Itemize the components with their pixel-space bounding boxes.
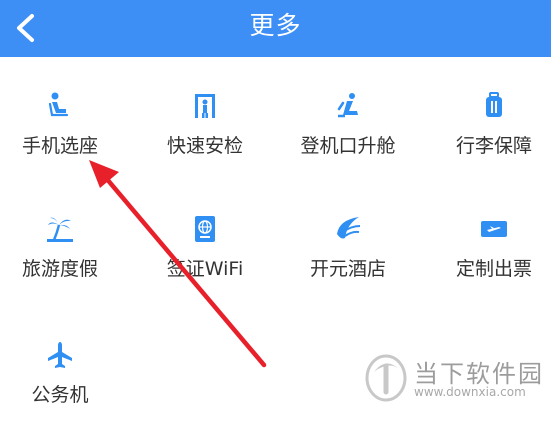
ticket-icon xyxy=(481,221,507,237)
grid-item-label: 公务机 xyxy=(31,384,89,406)
grid-item-travel-vacation[interactable]: 旅游度假 xyxy=(0,214,129,281)
grid-item-business-jet[interactable]: 公务机 xyxy=(0,340,129,407)
grid-item-gate-upgrade[interactable]: 登机口升舱 xyxy=(279,91,417,158)
watermark-logo-icon xyxy=(365,354,407,402)
header-bar: 更多 xyxy=(0,0,551,57)
grid-item-label: 签证WiFi xyxy=(166,258,244,280)
watermark: 当下软件园 www.downxia.com xyxy=(364,350,544,406)
grid-item-label: 定制出票 xyxy=(455,258,532,280)
grid-item-custom-ticketing[interactable]: 定制出票 xyxy=(425,214,551,281)
grid-item-label: 登机口升舱 xyxy=(300,135,396,157)
hotel-logo-icon xyxy=(337,217,361,239)
grid-item-seat-selection[interactable]: 手机选座 xyxy=(0,91,129,158)
grid-item-label: 手机选座 xyxy=(21,135,98,157)
grid-item-kaiyuan-hotel[interactable]: 开元酒店 xyxy=(279,214,417,281)
grid-item-label: 行李保障 xyxy=(455,135,532,157)
security-gate-icon xyxy=(195,94,215,118)
grid-item-luggage[interactable]: 行李保障 xyxy=(425,91,551,158)
grid-item-label: 快速安检 xyxy=(166,135,243,157)
luggage-icon xyxy=(486,92,502,117)
page-title: 更多 xyxy=(249,11,302,40)
grid-item-visa-wifi[interactable]: 签证WiFi xyxy=(136,214,274,281)
upgrade-seat-icon xyxy=(337,93,358,118)
grid-item-label: 旅游度假 xyxy=(21,258,98,280)
seat-icon xyxy=(48,92,69,117)
grid-item-fast-security[interactable]: 快速安检 xyxy=(136,91,274,158)
palm-tree-icon xyxy=(47,217,73,242)
watermark-url: www.downxia.com xyxy=(414,385,526,399)
passport-icon xyxy=(195,216,215,242)
airplane-icon xyxy=(48,342,72,368)
watermark-title: 当下软件园 xyxy=(414,360,544,388)
grid-item-label: 开元酒店 xyxy=(309,258,386,280)
